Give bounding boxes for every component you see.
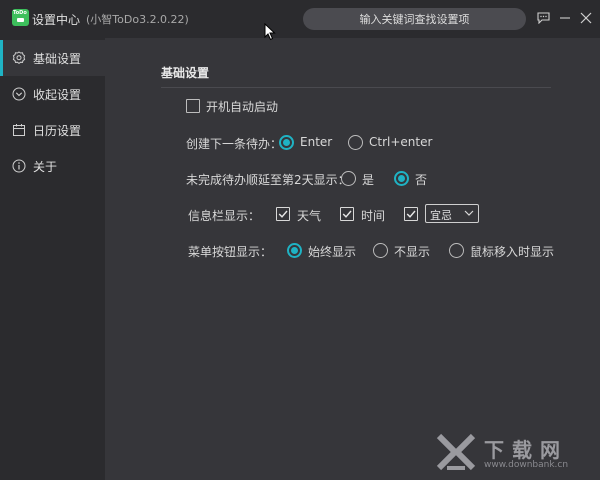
close-icon [580, 12, 592, 24]
postpone-label: 未完成待办顺延至第2天显示： [186, 173, 350, 187]
create-next-enter-radio[interactable] [279, 135, 294, 150]
sidebar-item-calendar-settings[interactable]: 日历设置 [0, 112, 105, 148]
minimize-icon [560, 17, 570, 19]
startup-label: 开机自动启动 [206, 100, 279, 114]
sidebar-item-basic-settings[interactable]: 基础设置 [0, 40, 105, 76]
almanac-select[interactable]: 宜忌 [425, 204, 479, 223]
menu-button-always-label: 始终显示 [308, 245, 357, 259]
postpone-no-label: 否 [415, 173, 428, 187]
watermark-url: www.downbank.cn [484, 460, 569, 470]
infobar-weather-checkbox[interactable] [276, 207, 290, 221]
sidebar-label: 基础设置 [33, 52, 82, 66]
gear-icon [12, 51, 26, 65]
menu-button-hover-label: 鼠标移入时显示 [470, 245, 555, 259]
close-button[interactable] [577, 9, 595, 27]
almanac-select-value: 宜忌 [430, 209, 452, 222]
check-icon [342, 210, 352, 218]
chevron-down-icon [464, 210, 474, 216]
sidebar-label: 收起设置 [33, 88, 82, 102]
app-version: (小智ToDo3.2.0.22) [86, 13, 189, 26]
menu-button-always-radio[interactable] [287, 243, 302, 258]
sidebar: 基础设置 收起设置 日历设置 关于 [0, 38, 105, 480]
info-icon [12, 159, 26, 173]
sidebar-label: 日历设置 [33, 124, 82, 138]
mouse-cursor-icon [264, 23, 276, 41]
app-logo: ToDo [12, 9, 29, 26]
watermark-logo-icon [436, 433, 476, 471]
chevron-circle-icon [12, 87, 26, 101]
search-input[interactable] [303, 8, 526, 30]
infobar-weather-label: 天气 [297, 209, 322, 223]
logo-text: ToDo [13, 10, 27, 16]
sidebar-label: 关于 [33, 160, 58, 174]
postpone-no-radio[interactable] [394, 171, 409, 186]
section-divider [161, 87, 551, 88]
settings-search[interactable] [303, 8, 526, 30]
title-bar: ToDo 设置中心 (小智ToDo3.2.0.22) [0, 0, 600, 38]
create-next-label: 创建下一条待办： [186, 137, 283, 151]
postpone-yes-radio[interactable] [341, 171, 356, 186]
calendar-icon [13, 124, 25, 136]
create-next-ctrl-enter-radio[interactable] [348, 135, 363, 150]
sidebar-item-about[interactable]: 关于 [0, 148, 105, 184]
menu-button-hover-radio[interactable] [449, 243, 464, 258]
infobar-almanac-checkbox[interactable] [404, 207, 418, 221]
sidebar-item-collapse-settings[interactable]: 收起设置 [0, 76, 105, 112]
postpone-yes-label: 是 [362, 173, 375, 187]
create-next-ctrl-enter-label: Ctrl+enter [369, 135, 433, 149]
create-next-enter-label: Enter [300, 135, 333, 149]
window-title: 设置中心 [32, 13, 81, 27]
infobar-time-label: 时间 [361, 209, 386, 223]
watermark-name: 下载网 [484, 438, 568, 462]
menu-button-hide-radio[interactable] [373, 243, 388, 258]
minimize-button[interactable] [556, 9, 574, 27]
message-icon [536, 12, 550, 24]
startup-checkbox[interactable] [186, 99, 200, 113]
check-icon [406, 210, 416, 218]
section-title: 基础设置 [161, 66, 210, 80]
menu-button-label: 菜单按钮显示： [188, 245, 273, 259]
menu-button-hide-label: 不显示 [394, 245, 431, 259]
check-icon [278, 210, 288, 218]
infobar-time-checkbox[interactable] [340, 207, 354, 221]
feedback-button[interactable] [534, 9, 552, 27]
infobar-label: 信息栏显示： [188, 209, 261, 223]
